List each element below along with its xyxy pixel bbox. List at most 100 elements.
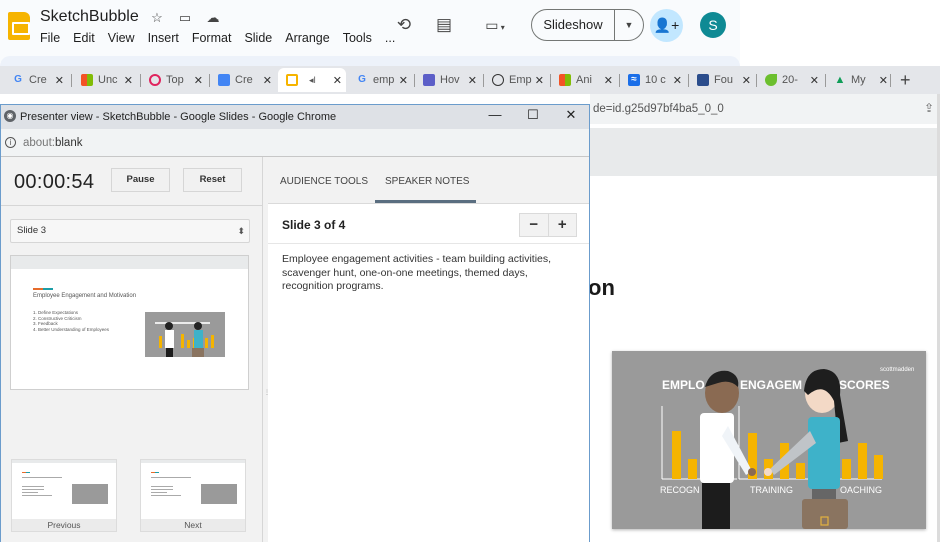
accent-line bbox=[33, 288, 53, 290]
next-slide-thumbnail[interactable]: Next bbox=[140, 459, 246, 532]
decrease-font-button[interactable]: − bbox=[520, 214, 549, 236]
close-tab-icon[interactable]: ✕ bbox=[535, 74, 544, 87]
close-tab-icon[interactable]: ✕ bbox=[194, 74, 203, 87]
previous-label[interactable]: Previous bbox=[12, 519, 116, 532]
close-tab-icon[interactable]: ✕ bbox=[55, 74, 64, 87]
close-tab-icon[interactable]: ✕ bbox=[604, 74, 613, 87]
presenter-tabs: AUDIENCE TOOLS SPEAKER NOTES bbox=[268, 157, 589, 204]
drive-icon: ▲ bbox=[834, 74, 846, 86]
close-tab-icon[interactable]: ✕ bbox=[468, 74, 477, 87]
close-tab-icon[interactable]: ✕ bbox=[263, 74, 272, 87]
slides-logo-icon[interactable] bbox=[8, 12, 30, 40]
leaf-icon bbox=[765, 74, 777, 86]
google-icon: G bbox=[358, 74, 366, 85]
timer-icon bbox=[492, 74, 504, 86]
illus-bar bbox=[858, 443, 867, 479]
cloud-saved-icon[interactable]: ☁ bbox=[204, 10, 222, 26]
previous-slide-thumbnail[interactable]: Previous bbox=[11, 459, 117, 532]
audio-playing-icon[interactable]: ◂ǀ bbox=[309, 75, 316, 86]
illus-bar bbox=[796, 463, 805, 479]
docs-icon bbox=[218, 74, 230, 86]
browser-tab[interactable]: Unc ✕ bbox=[73, 68, 137, 92]
next-label[interactable]: Next bbox=[141, 519, 245, 532]
close-tab-icon[interactable]: ✕ bbox=[879, 74, 888, 87]
presenter-url[interactable]: about:blank bbox=[23, 137, 82, 149]
pause-button[interactable]: Pause bbox=[111, 168, 170, 192]
close-tab-icon[interactable]: ✕ bbox=[742, 74, 751, 87]
close-tab-icon[interactable]: ✕ bbox=[124, 74, 133, 87]
menu-format[interactable]: Format bbox=[192, 31, 232, 45]
browser-tab[interactable]: Ani ✕ bbox=[551, 68, 617, 92]
menu-tools[interactable]: Tools bbox=[343, 31, 372, 45]
menu-edit[interactable]: Edit bbox=[73, 31, 95, 45]
star-icon[interactable]: ☆ bbox=[148, 10, 166, 26]
info-icon[interactable]: i bbox=[5, 137, 16, 148]
close-tab-icon[interactable]: ✕ bbox=[333, 74, 342, 87]
microsoft-icon bbox=[81, 74, 93, 86]
browser-tab[interactable]: ▲ My ✕ bbox=[826, 68, 892, 92]
slide-heading-fragment: on bbox=[588, 275, 615, 300]
screen: SketchBubble ☆ ▭ ☁ File Edit View Insert… bbox=[0, 0, 940, 542]
illus-label-training: TRAINING bbox=[750, 485, 793, 495]
browser-tab[interactable]: Top ✕ bbox=[141, 68, 207, 92]
close-tab-icon[interactable]: ✕ bbox=[399, 74, 408, 87]
presenter-address-bar[interactable]: i about:blank bbox=[1, 129, 589, 157]
reset-button[interactable]: Reset bbox=[183, 168, 242, 192]
illus-bar bbox=[874, 455, 883, 479]
toolbar-strip bbox=[0, 56, 740, 66]
meet-camera-icon[interactable]: ▭ ▾ bbox=[478, 14, 512, 36]
close-tab-icon[interactable]: ✕ bbox=[673, 74, 682, 87]
menu-bar: File Edit View Insert Format Slide Arran… bbox=[40, 31, 408, 45]
menu-view[interactable]: View bbox=[108, 31, 135, 45]
slideshow-label[interactable]: Slideshow bbox=[532, 10, 615, 40]
thumb-slide-title: Employee Engagement and Motivation bbox=[33, 293, 137, 299]
browser-tab[interactable]: Cre ✕ bbox=[210, 68, 276, 92]
google-icon: G bbox=[14, 74, 22, 85]
share-add-person-icon[interactable]: 👤+ bbox=[650, 9, 683, 42]
browser-tab[interactable]: G Cre ✕ bbox=[4, 68, 68, 92]
increase-font-button[interactable]: + bbox=[549, 214, 577, 236]
browser-tab[interactable]: Fou ✕ bbox=[689, 68, 755, 92]
menu-file[interactable]: File bbox=[40, 31, 60, 45]
microsoft-icon bbox=[559, 74, 571, 86]
close-tab-icon[interactable]: ✕ bbox=[810, 74, 819, 87]
slideshow-dropdown-icon[interactable]: ▼ bbox=[615, 20, 643, 30]
browser-tab[interactable]: Emp ✕ bbox=[484, 68, 548, 92]
version-history-icon[interactable]: ⟲ bbox=[393, 14, 415, 36]
browser-tab[interactable]: Hov ✕ bbox=[415, 68, 481, 92]
presenter-view-window: ◉ Presenter view - SketchBubble - Google… bbox=[0, 104, 590, 542]
slide-counter: Slide 3 of 4 bbox=[282, 218, 346, 232]
maximize-icon[interactable]: ☐ bbox=[523, 107, 543, 123]
new-tab-button[interactable]: + bbox=[900, 70, 911, 91]
divider bbox=[1, 205, 263, 206]
document-title[interactable]: SketchBubble bbox=[40, 8, 139, 26]
browser-tab[interactable]: G emp ✕ bbox=[348, 68, 412, 92]
move-to-folder-icon[interactable]: ▭ bbox=[176, 10, 194, 26]
avatar[interactable]: S bbox=[700, 12, 726, 38]
browser-tab[interactable]: 20- ✕ bbox=[757, 68, 823, 92]
slideshow-button[interactable]: Slideshow ▼ bbox=[531, 9, 644, 41]
main-url[interactable]: de=id.g25d97bf4ba5_0_0 bbox=[593, 103, 724, 115]
illus-label-coaching: OACHING bbox=[840, 485, 882, 495]
presenter-window-title: Presenter view - SketchBubble - Google S… bbox=[20, 111, 337, 123]
menu-arrange[interactable]: Arrange bbox=[285, 31, 329, 45]
main-address-bar[interactable]: de=id.g25d97bf4ba5_0_0 ⇪ bbox=[590, 94, 940, 124]
presenter-left-panel: 00:00:54 Pause Reset Slide 3 ⬍ Employee … bbox=[1, 157, 263, 542]
illus-bar bbox=[842, 459, 851, 479]
slides-toolbar-area bbox=[590, 128, 940, 176]
tab-speaker-notes[interactable]: SPEAKER NOTES bbox=[385, 176, 469, 187]
menu-insert[interactable]: Insert bbox=[148, 31, 179, 45]
comments-icon[interactable]: ▤ bbox=[433, 14, 455, 36]
menu-slide[interactable]: Slide bbox=[244, 31, 272, 45]
close-window-icon[interactable]: ✕ bbox=[561, 107, 581, 123]
current-slide-thumbnail[interactable]: Employee Engagement and Motivation 1. De… bbox=[10, 255, 249, 390]
share-page-icon[interactable]: ⇪ bbox=[924, 101, 934, 115]
minimize-icon[interactable]: — bbox=[485, 107, 505, 122]
presenter-titlebar[interactable]: ◉ Presenter view - SketchBubble - Google… bbox=[1, 105, 589, 129]
tab-audience-tools[interactable]: AUDIENCE TOOLS bbox=[280, 176, 368, 187]
browser-tab[interactable]: ≈ 10 c ✕ bbox=[620, 68, 686, 92]
panel-resize-handle[interactable]: ⋮ bbox=[264, 390, 270, 403]
slides-icon bbox=[286, 74, 298, 86]
browser-tab-active[interactable]: ◂ǀ ✕ bbox=[278, 68, 346, 92]
slide-select-dropdown[interactable]: Slide 3 ⬍ bbox=[10, 219, 250, 243]
